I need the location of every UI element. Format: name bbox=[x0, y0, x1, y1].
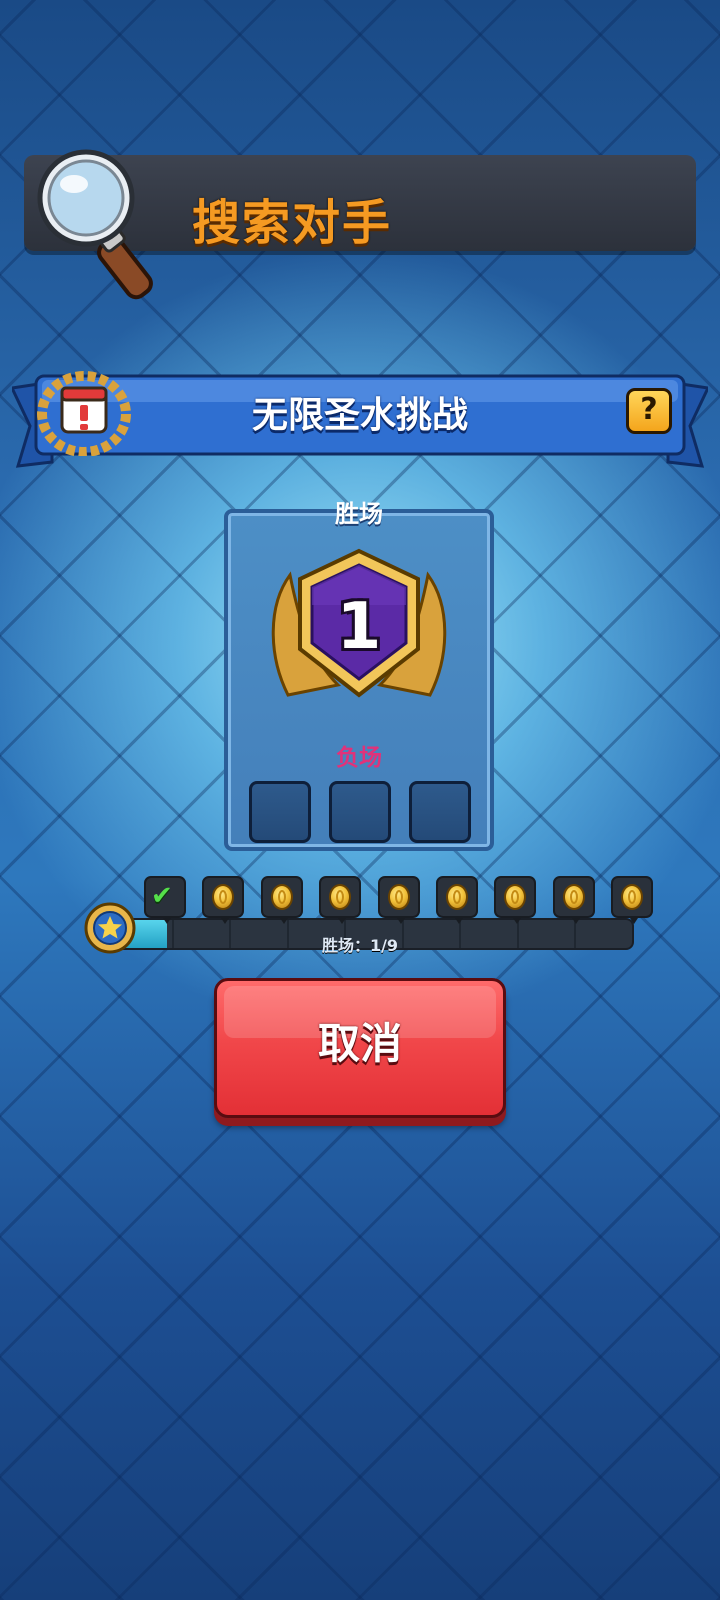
reward-slot bbox=[378, 876, 420, 924]
gold-coin-icon bbox=[388, 884, 410, 910]
checkmark-icon: ✔ bbox=[151, 881, 173, 911]
progress-divider bbox=[517, 920, 519, 948]
losses-label: 负场 bbox=[336, 745, 382, 771]
reward-slot bbox=[319, 876, 361, 924]
progress-divider bbox=[287, 920, 289, 948]
gold-coin-icon bbox=[329, 884, 351, 910]
gold-coin-icon bbox=[563, 884, 585, 910]
gold-coin-icon bbox=[621, 884, 643, 910]
progress-divider bbox=[172, 920, 174, 948]
reward-slot bbox=[494, 876, 536, 924]
wins-label: 胜场 bbox=[335, 500, 383, 528]
challenge-name: 无限圣水挑战 bbox=[251, 395, 468, 436]
reward-slot bbox=[553, 876, 595, 924]
loss-slot bbox=[409, 781, 471, 843]
gold-coin-icon bbox=[271, 884, 293, 910]
loss-slot bbox=[329, 781, 391, 843]
reward-slot bbox=[611, 876, 653, 924]
loss-slot bbox=[249, 781, 311, 843]
gold-coin-icon bbox=[446, 884, 468, 910]
win-count: 1 bbox=[336, 590, 382, 664]
gold-coin-icon bbox=[212, 884, 234, 910]
progress-divider bbox=[459, 920, 461, 948]
magnifier-icon bbox=[37, 149, 153, 300]
reward-slot bbox=[261, 876, 303, 924]
progress-divider bbox=[574, 920, 576, 948]
progress-text: 胜场：1/9 bbox=[321, 936, 399, 955]
reward-slot bbox=[436, 876, 478, 924]
reward-slot bbox=[202, 876, 244, 924]
calendar-laurel-icon bbox=[37, 371, 131, 456]
progress-divider bbox=[229, 920, 231, 948]
cancel-label: 取消 bbox=[317, 1019, 402, 1068]
gold-coin-icon bbox=[504, 884, 526, 910]
page-title: 搜索对手 bbox=[192, 195, 393, 251]
help-button[interactable]: ? bbox=[626, 388, 672, 434]
reward-slot-claimed: ✔ bbox=[144, 876, 186, 924]
medal-icon bbox=[84, 902, 136, 954]
